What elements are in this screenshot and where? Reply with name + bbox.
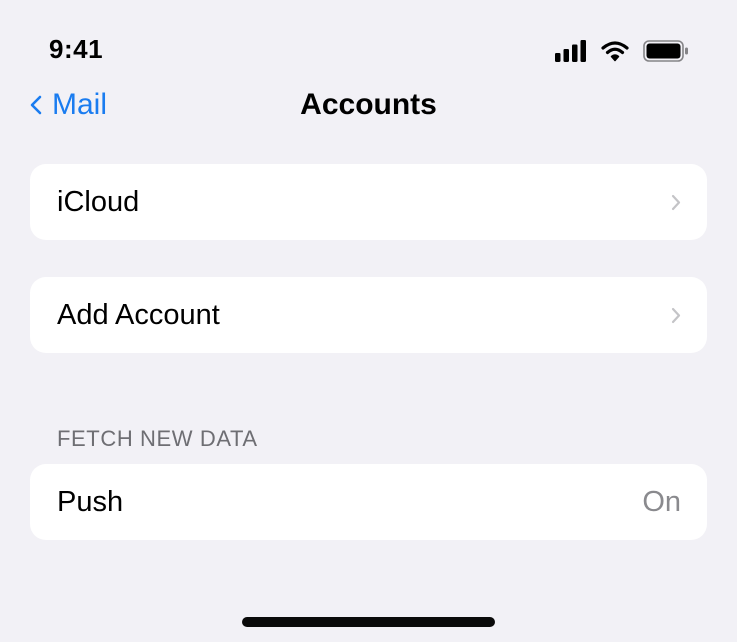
add-account-row[interactable]: Add Account [30, 277, 707, 353]
battery-icon [643, 40, 688, 62]
account-row-icloud[interactable]: iCloud [30, 164, 707, 240]
chevron-right-icon [671, 194, 681, 210]
home-indicator[interactable] [242, 617, 495, 627]
chevron-right-icon [671, 307, 681, 323]
status-bar: 9:41 [0, 0, 737, 80]
accounts-group: iCloud [30, 164, 707, 240]
navigation-bar: Mail Accounts [0, 80, 737, 136]
status-time: 9:41 [49, 34, 104, 64]
push-value: On [642, 485, 681, 518]
fetch-new-data-group: Push On [30, 464, 707, 540]
wifi-icon [601, 41, 629, 62]
push-row[interactable]: Push On [30, 464, 707, 540]
account-row-label: iCloud [57, 185, 140, 218]
add-account-group: Add Account [30, 277, 707, 353]
add-account-label: Add Account [57, 298, 220, 331]
fetch-new-data-header: FETCH NEW DATA [57, 426, 258, 451]
page-title: Accounts [300, 88, 437, 121]
push-label: Push [57, 485, 124, 518]
cellular-signal-icon [555, 40, 586, 62]
status-icons [555, 38, 689, 64]
